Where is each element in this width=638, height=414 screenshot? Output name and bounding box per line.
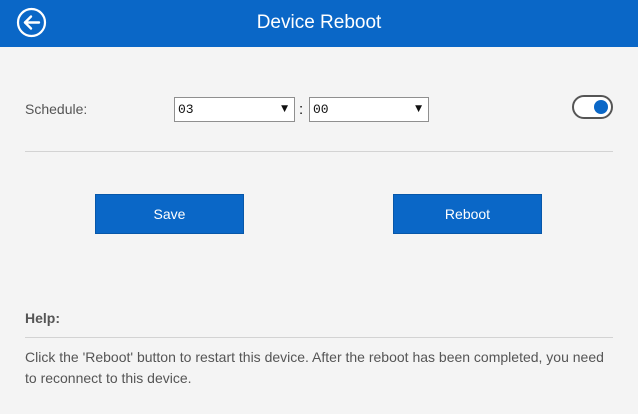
dropdown-arrow-icon: ▼ [281,104,288,114]
divider [25,337,613,338]
dropdown-arrow-icon: ▼ [415,104,422,114]
divider [25,151,613,152]
page: Device Reboot Schedule: 03 ▼ : 00 ▼ Save… [0,0,638,414]
save-button[interactable]: Save [95,194,244,234]
reboot-button[interactable]: Reboot [393,194,542,234]
minute-value: 00 [313,102,329,117]
page-title: Device Reboot [256,12,382,33]
schedule-label: Schedule: [25,101,88,117]
time-separator: : [299,101,304,118]
toggle-knob [594,100,608,114]
help-title: Help: [25,310,60,326]
hour-select[interactable]: 03 ▼ [174,97,295,122]
schedule-toggle[interactable] [572,95,613,119]
help-text: Click the 'Reboot' button to restart thi… [25,349,604,386]
hour-value: 03 [178,102,194,117]
minute-select[interactable]: 00 ▼ [309,97,429,122]
header-bar: Device Reboot [0,0,638,47]
